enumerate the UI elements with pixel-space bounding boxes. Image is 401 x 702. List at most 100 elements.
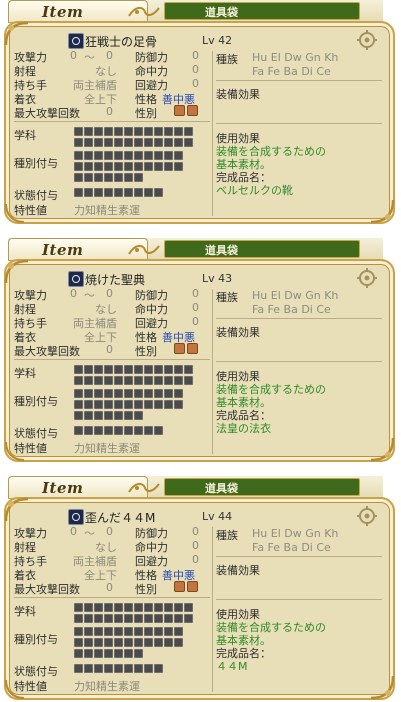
race-line-1: Hu El Dw Gn Kh [252, 51, 339, 64]
item-tab[interactable]: Item [8, 238, 160, 260]
gender-female-icon [187, 581, 198, 592]
attribute-icon [124, 649, 133, 658]
race-line-1: Hu El Dw Gn Kh [252, 527, 339, 540]
attribute-icon [104, 188, 113, 197]
product-name: ４４M [216, 660, 248, 673]
attack-max: 0 [106, 49, 113, 62]
max-attacks-value: 0 [106, 343, 113, 356]
attack-min: 0 [70, 287, 77, 300]
attribute-icon [104, 411, 113, 420]
attribute-icon [104, 138, 113, 147]
attribute-icon [184, 138, 193, 147]
divider [14, 121, 210, 122]
divider [216, 318, 382, 319]
type-grant-icons-row2 [74, 400, 183, 410]
tab-item-bag[interactable]: 道具袋 [164, 240, 360, 258]
attribute-icon [74, 376, 83, 385]
item-tab[interactable]: Item [8, 476, 160, 498]
attribute-icon [134, 411, 143, 420]
equip-effect-label: 装備効果 [216, 564, 260, 577]
tab-item-bag[interactable]: 道具袋 [164, 2, 360, 20]
attribute-icon [114, 603, 123, 612]
attribute-icon [94, 162, 103, 171]
attribute-icon [94, 627, 103, 636]
attribute-icon [74, 627, 83, 636]
equip-effect-label: 装備効果 [216, 326, 260, 339]
gender-male-icon [174, 105, 185, 116]
ornament-icon [128, 482, 160, 493]
max-attacks-label: 最大攻撃回数 [14, 107, 80, 120]
gender-label: 性別 [135, 583, 157, 596]
attribute-icon [144, 638, 153, 647]
type-grant-icons-row3 [74, 173, 143, 183]
attribute-icon [134, 400, 143, 409]
attribute-icon [104, 365, 113, 374]
attribute-icon [124, 664, 133, 673]
tab-item-bag[interactable]: 道具袋 [164, 478, 360, 496]
item-icon [68, 33, 84, 49]
level-prefix: Lv [202, 272, 215, 285]
gender-label: 性別 [135, 345, 157, 358]
accuracy-value: 0 [192, 539, 199, 552]
attribute-icon [174, 127, 183, 136]
race-line-2: Fa Fe Ba Di Ce [252, 65, 331, 78]
attribute-icon [174, 138, 183, 147]
attribute-icon [164, 638, 173, 647]
attribute-icon [134, 649, 143, 658]
attribute-icon [114, 162, 123, 171]
attribute-icon [144, 426, 153, 435]
attribute-icon [94, 664, 103, 673]
attribute-icon [174, 365, 183, 374]
attribute-icon [104, 638, 113, 647]
attribute-icon [84, 162, 93, 171]
attribute-icon [74, 389, 83, 398]
attribute-icon [114, 376, 123, 385]
subject-icons-row2 [74, 614, 193, 624]
attribute-icon [124, 614, 133, 623]
status-grant-label: 状態付与 [14, 665, 58, 678]
attribute-icon [74, 411, 83, 420]
attribute-icon [184, 376, 193, 385]
attribute-icon [134, 151, 143, 160]
attribute-icon [74, 365, 83, 374]
attack-separator: 〜 [84, 527, 95, 540]
column-divider [212, 51, 213, 216]
attribute-icon [184, 365, 193, 374]
attribute-icon [74, 614, 83, 623]
attribute-icon [84, 603, 93, 612]
attribute-icon [134, 664, 143, 673]
attribute-icon [164, 127, 173, 136]
attribute-icon [114, 127, 123, 136]
attribute-icon [114, 614, 123, 623]
item-level: Lv 44 [202, 510, 232, 523]
attribute-icon [84, 426, 93, 435]
item-name: 歪んだ４４M [85, 511, 156, 525]
attribute-icon [84, 627, 93, 636]
attribute-icon [84, 638, 93, 647]
attribute-icon [134, 127, 143, 136]
attribute-icon [94, 127, 103, 136]
attribute-icon [184, 127, 193, 136]
attribute-icon [94, 376, 103, 385]
gear-icon [357, 506, 377, 526]
attribute-icon [94, 426, 103, 435]
details-area: 種族 Hu El Dw Gn Kh Fa Fe Ba Di Ce 装備効果 使用… [216, 289, 386, 454]
attribute-icon [134, 188, 143, 197]
equip-effect-label: 装備効果 [216, 88, 260, 101]
attribute-icon [124, 376, 133, 385]
attribute-icon [164, 376, 173, 385]
item-icon [68, 509, 84, 525]
divider [216, 80, 382, 81]
attribute-icon [94, 649, 103, 658]
attribute-icon [74, 603, 83, 612]
attribute-icon [94, 603, 103, 612]
attribute-icon [174, 627, 183, 636]
stats-area: 攻撃力 0 〜 0 防御力 0 射程 なし 命中力 0 持ち手 両主補盾 回避力… [14, 525, 210, 695]
attribute-icon [164, 151, 173, 160]
attribute-icon [164, 627, 173, 636]
item-tab[interactable]: Item [8, 0, 160, 22]
attribute-icon [94, 173, 103, 182]
product-name: 法皇の法衣 [216, 422, 271, 435]
item-level: Lv 42 [202, 34, 232, 47]
attribute-icon [114, 664, 123, 673]
